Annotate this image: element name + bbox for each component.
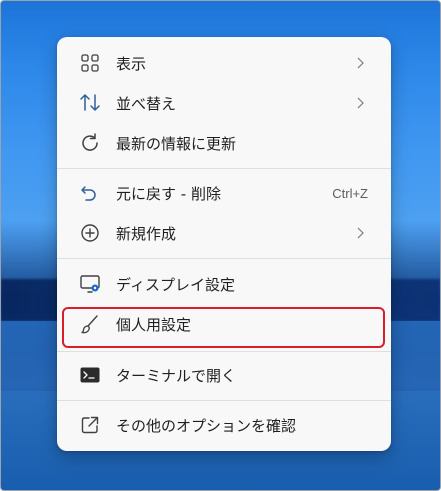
chevron-right-icon: [353, 96, 367, 110]
new-plus-circle-icon: [78, 221, 102, 245]
menu-item-more-options-label: その他のオプションを確認: [116, 416, 297, 435]
menu-separator: [57, 168, 391, 169]
menu-item-view-label: 表示: [116, 54, 147, 73]
undo-shortcut: Ctrl+Z: [332, 185, 368, 201]
undo-icon: [78, 181, 102, 205]
chevron-right-icon: [353, 226, 367, 240]
menu-item-sort-label: 並べ替え: [116, 94, 177, 113]
menu-separator: [57, 258, 391, 259]
menu-item-open-terminal[interactable]: ターミナルで開く: [65, 357, 383, 393]
menu-item-more-options[interactable]: その他のオプションを確認: [65, 407, 383, 443]
menu-separator: [57, 351, 391, 352]
personalize-highlight-box: [62, 307, 385, 348]
sort-arrows-icon: [78, 91, 102, 115]
menu-item-new-label: 新規作成: [116, 224, 177, 243]
menu-item-new[interactable]: 新規作成: [65, 215, 383, 251]
menu-item-view[interactable]: 表示: [65, 45, 383, 81]
menu-item-undo-label: 元に戻す - 削除: [116, 184, 221, 203]
menu-item-sort[interactable]: 並べ替え: [65, 85, 383, 121]
grid-view-icon: [78, 51, 102, 75]
display-settings-icon: [78, 272, 102, 296]
refresh-icon: [78, 131, 102, 155]
menu-item-display-settings[interactable]: ディスプレイ設定: [65, 266, 383, 302]
desktop-context-menu: 表示 並べ替え 最新の情報に更新 元に戻す - 削除 Ctrl+Z 新規作成 デ…: [57, 37, 391, 451]
menu-item-undo-delete[interactable]: 元に戻す - 削除 Ctrl+Z: [65, 175, 383, 211]
menu-item-display-settings-label: ディスプレイ設定: [116, 275, 235, 294]
menu-item-open-terminal-label: ターミナルで開く: [116, 366, 237, 385]
menu-separator: [57, 400, 391, 401]
menu-item-refresh-label: 最新の情報に更新: [116, 134, 237, 153]
menu-item-refresh[interactable]: 最新の情報に更新: [65, 125, 383, 161]
chevron-right-icon: [353, 56, 367, 70]
desktop-background[interactable]: 表示 並べ替え 最新の情報に更新 元に戻す - 削除 Ctrl+Z 新規作成 デ…: [0, 0, 441, 491]
open-external-icon: [78, 413, 102, 437]
terminal-icon: [78, 363, 102, 387]
